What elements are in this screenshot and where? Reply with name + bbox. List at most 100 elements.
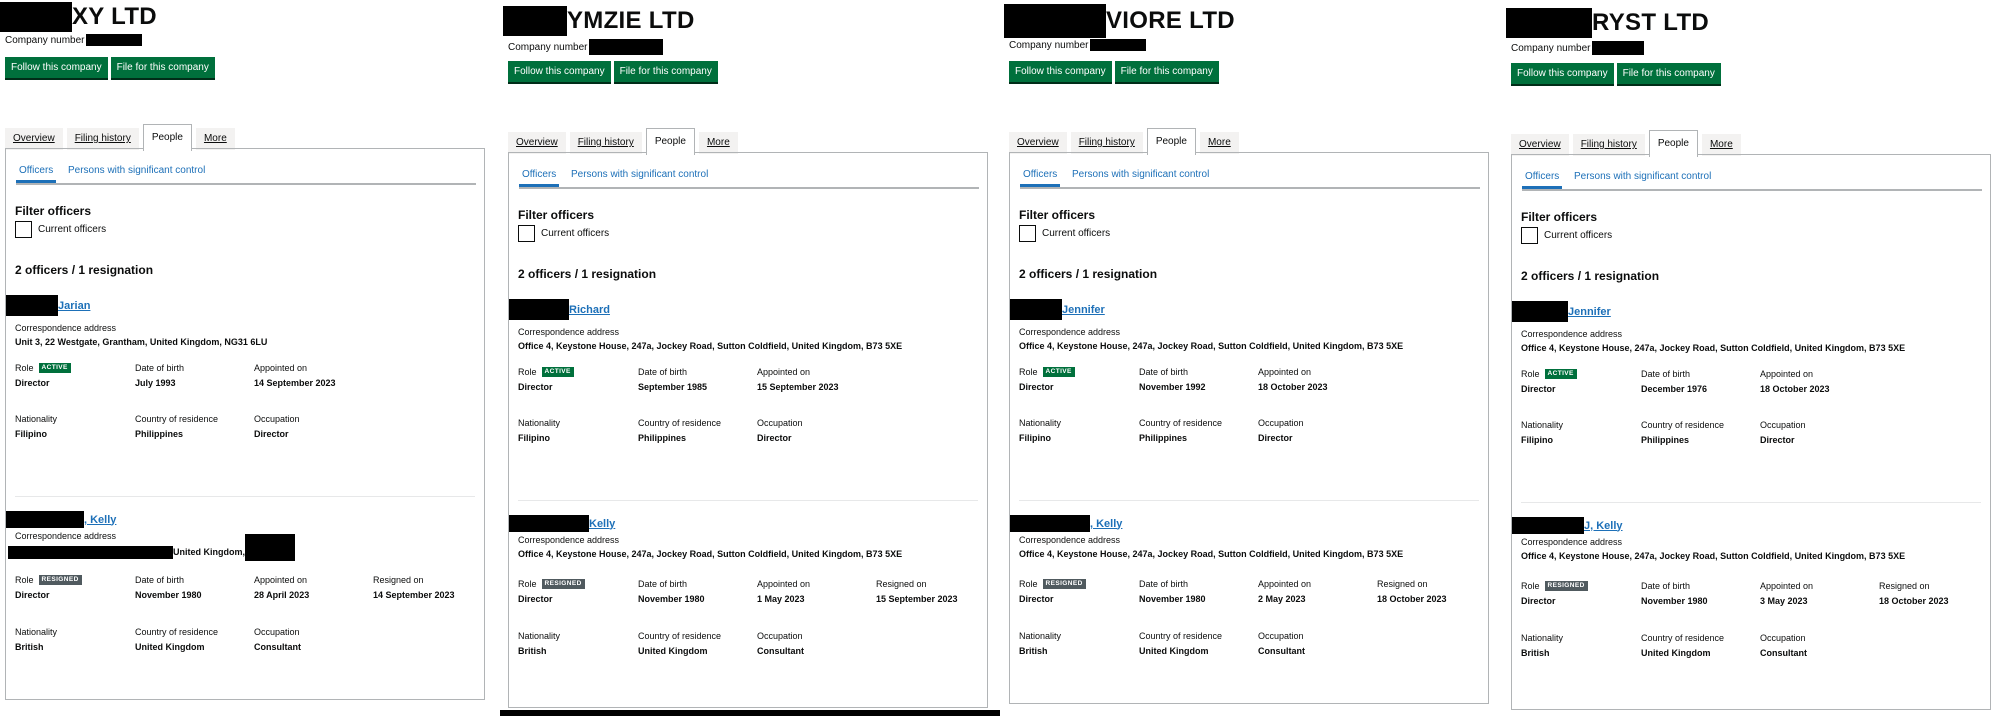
tab-overview[interactable]: Overview bbox=[5, 128, 63, 150]
nationality-value: British bbox=[1521, 648, 1550, 658]
subtab-psc[interactable]: Persons with significant control bbox=[68, 165, 205, 176]
current-officers-checkbox[interactable] bbox=[15, 221, 32, 238]
role-value: Director bbox=[15, 378, 50, 388]
current-officers-filter[interactable]: Current officers bbox=[15, 221, 106, 238]
tab-more[interactable]: More bbox=[698, 132, 738, 154]
correspondence-label: Correspondence address bbox=[15, 323, 117, 333]
filter-officers-heading: Filter officers bbox=[15, 204, 92, 218]
officer-name: Jennifer bbox=[1010, 299, 1105, 320]
current-officers-checkbox[interactable] bbox=[1521, 227, 1538, 244]
correspondence-label: Correspondence address bbox=[1019, 327, 1121, 337]
role-label: Role RESIGNED bbox=[518, 579, 585, 589]
current-officers-filter[interactable]: Current officers bbox=[1019, 225, 1110, 242]
tab-filing-history[interactable]: Filing history bbox=[1070, 132, 1143, 154]
appointed-label: Appointed on bbox=[757, 579, 811, 589]
current-officers-label: Current officers bbox=[1544, 230, 1613, 241]
correspondence-address: Office 4, Keystone House, 247a, Jockey R… bbox=[518, 549, 903, 559]
tab-filing-history[interactable]: Filing history bbox=[1572, 134, 1645, 156]
appointed-value: 1 May 2023 bbox=[757, 594, 805, 604]
dob-label: Date of birth bbox=[135, 575, 185, 585]
officer-name-link[interactable]: J, Kelly bbox=[1584, 520, 1623, 532]
redaction-block bbox=[6, 295, 58, 316]
dob-value: December 1976 bbox=[1641, 384, 1708, 394]
occupation-label: Occupation bbox=[757, 631, 803, 641]
current-officers-checkbox[interactable] bbox=[1019, 225, 1036, 242]
people-subtabs: Officers Persons with significant contro… bbox=[16, 161, 476, 185]
appointed-value: 18 October 2023 bbox=[1760, 384, 1830, 394]
officer-name-link[interactable]: Jennifer bbox=[1568, 306, 1611, 318]
tab-people[interactable]: People bbox=[142, 124, 192, 151]
occupation-value: Consultant bbox=[1760, 648, 1807, 658]
correspondence-address: United Kingdom, bbox=[8, 534, 295, 561]
tab-people[interactable]: People bbox=[1146, 128, 1196, 155]
redaction-block bbox=[0, 2, 72, 32]
tab-more[interactable]: More bbox=[1701, 134, 1741, 156]
appointed-label: Appointed on bbox=[254, 363, 308, 373]
current-officers-filter[interactable]: Current officers bbox=[1521, 227, 1612, 244]
officer-name: J, Kelly bbox=[1512, 517, 1623, 534]
filter-officers-heading: Filter officers bbox=[1019, 208, 1096, 222]
redaction-block bbox=[1090, 39, 1147, 51]
tab-overview[interactable]: Overview bbox=[508, 132, 566, 154]
occupation-label: Occupation bbox=[1258, 631, 1304, 641]
officer-name-link[interactable]: Richard bbox=[569, 304, 610, 316]
tab-filing-history[interactable]: Filing history bbox=[569, 132, 642, 154]
residence-value: Philippines bbox=[1139, 433, 1188, 443]
follow-company-button[interactable]: Follow this company bbox=[1511, 63, 1614, 84]
tab-overview[interactable]: Overview bbox=[1511, 134, 1569, 156]
tab-people[interactable]: People bbox=[645, 128, 695, 155]
subtab-psc[interactable]: Persons with significant control bbox=[1072, 169, 1209, 180]
subtab-officers[interactable]: Officers bbox=[16, 165, 57, 183]
correspondence-address: Office 4, Keystone House, 247a, Jockey R… bbox=[1521, 343, 1906, 353]
redaction-block bbox=[1010, 515, 1090, 532]
redaction-block bbox=[1512, 517, 1584, 534]
resigned-label: Resigned on bbox=[1879, 581, 1930, 591]
subtab-officers[interactable]: Officers bbox=[1020, 169, 1061, 187]
officer-name-link[interactable]: Jarian bbox=[58, 300, 90, 312]
file-for-company-button[interactable]: File for this company bbox=[110, 57, 215, 78]
officer-name-link[interactable]: , Kelly bbox=[1090, 518, 1122, 530]
tab-overview[interactable]: Overview bbox=[1009, 132, 1067, 154]
dob-label: Date of birth bbox=[1139, 579, 1189, 589]
current-officers-filter[interactable]: Current officers bbox=[518, 225, 609, 242]
correspondence-address: Office 4, Keystone House, 247a, Jockey R… bbox=[1521, 551, 1906, 561]
follow-company-button[interactable]: Follow this company bbox=[5, 57, 108, 78]
tab-people[interactable]: People bbox=[1648, 130, 1698, 157]
residence-label: Country of residence bbox=[1139, 631, 1223, 641]
occupation-value: Director bbox=[1760, 435, 1795, 445]
occupation-value: Director bbox=[254, 429, 289, 439]
redaction-block bbox=[1592, 41, 1645, 55]
occupation-label: Occupation bbox=[1258, 418, 1304, 428]
tab-more[interactable]: More bbox=[195, 128, 235, 150]
redaction-block bbox=[1512, 301, 1568, 322]
officer-divider bbox=[1019, 500, 1479, 501]
tab-filing-history[interactable]: Filing history bbox=[66, 128, 139, 150]
resigned-value: 14 September 2023 bbox=[373, 590, 455, 600]
appointed-label: Appointed on bbox=[1760, 369, 1814, 379]
file-for-company-button[interactable]: File for this company bbox=[613, 61, 718, 82]
nationality-value: British bbox=[15, 642, 44, 652]
officer-name: , Kelly bbox=[6, 511, 116, 528]
residence-label: Country of residence bbox=[1641, 420, 1725, 430]
current-officers-checkbox[interactable] bbox=[518, 225, 535, 242]
action-buttons: Follow this company File for this compan… bbox=[1009, 61, 1219, 82]
occupation-label: Occupation bbox=[1760, 633, 1806, 643]
officer-name-link[interactable]: , Kelly bbox=[84, 514, 116, 526]
file-for-company-button[interactable]: File for this company bbox=[1616, 63, 1721, 84]
subtab-psc[interactable]: Persons with significant control bbox=[571, 169, 708, 180]
company-title: XY LTD bbox=[0, 2, 157, 32]
tab-more[interactable]: More bbox=[1199, 132, 1239, 154]
officer-name-link[interactable]: Kelly bbox=[589, 518, 615, 530]
subtab-psc[interactable]: Persons with significant control bbox=[1574, 171, 1711, 182]
company-number-label: Company number bbox=[1009, 39, 1089, 51]
occupation-label: Occupation bbox=[757, 418, 803, 428]
file-for-company-button[interactable]: File for this company bbox=[1114, 61, 1219, 82]
follow-company-button[interactable]: Follow this company bbox=[1009, 61, 1112, 82]
subtab-officers[interactable]: Officers bbox=[1522, 171, 1563, 189]
follow-company-button[interactable]: Follow this company bbox=[508, 61, 611, 82]
company-title: RYST LTD bbox=[1506, 8, 1709, 38]
officer-name-link[interactable]: Jennifer bbox=[1062, 304, 1105, 316]
subtab-officers[interactable]: Officers bbox=[519, 169, 560, 187]
company-tabs: Overview Filing history People More bbox=[1009, 127, 1243, 155]
company-number: Company number bbox=[1511, 41, 1645, 55]
